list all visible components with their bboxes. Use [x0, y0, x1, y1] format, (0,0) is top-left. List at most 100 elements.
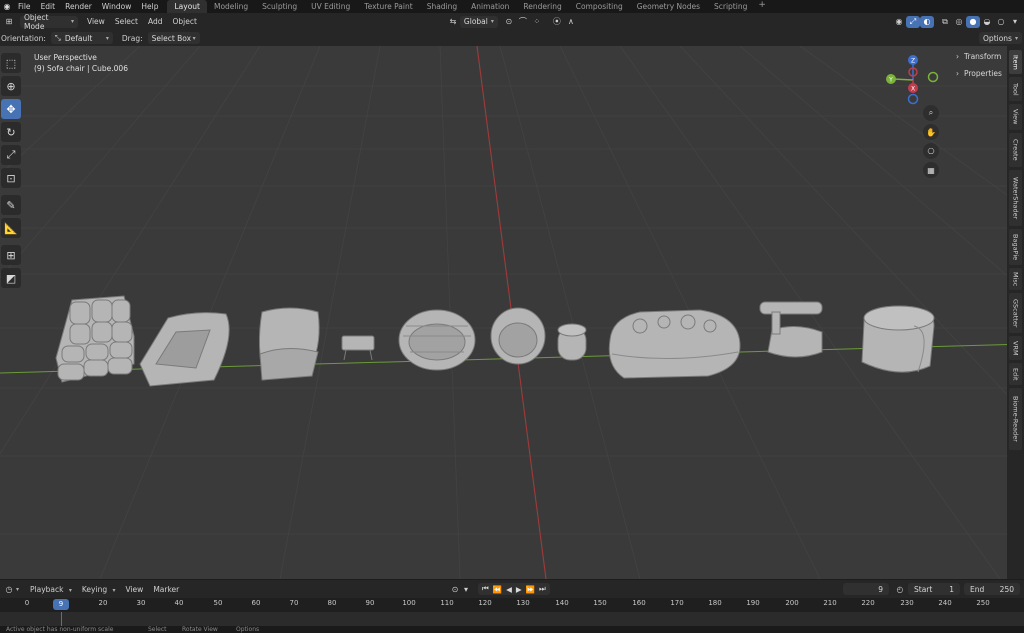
rendered-shading-icon[interactable]: ○: [994, 16, 1008, 28]
menu-timeline-view[interactable]: View: [121, 585, 149, 594]
panel-transform[interactable]: › Transform: [950, 48, 1006, 65]
jump-start-icon[interactable]: ⏮: [480, 584, 491, 594]
add-primitive-tool-icon[interactable]: ◩: [1, 268, 21, 288]
snap-icon[interactable]: ⌒: [516, 16, 530, 28]
orientation-dropdown[interactable]: ⤡ Default ▾: [50, 32, 113, 44]
menu-keying[interactable]: Keying ▾: [77, 585, 121, 594]
menu-playback[interactable]: Playback ▾: [25, 585, 77, 594]
tab-rendering[interactable]: Rendering: [516, 0, 568, 13]
xray-icon[interactable]: ⧉: [938, 16, 952, 28]
snap-target-icon[interactable]: ⁘: [530, 16, 544, 28]
next-keyframe-icon[interactable]: ⏩: [524, 585, 537, 594]
gizmo-toggle-icon[interactable]: ⤢: [906, 15, 920, 28]
tab-misc[interactable]: Misc: [1009, 268, 1022, 290]
tab-animation[interactable]: Animation: [464, 0, 516, 13]
tab-scripting[interactable]: Scripting: [707, 0, 754, 13]
tab-geometry-nodes[interactable]: Geometry Nodes: [630, 0, 707, 13]
3d-viewport[interactable]: [0, 46, 1024, 579]
options-dropdown[interactable]: Options ▾: [979, 32, 1022, 44]
round-channel-chair[interactable]: [398, 309, 476, 371]
jump-end-icon[interactable]: ⏭: [537, 584, 548, 594]
solid-shading-icon[interactable]: ●: [966, 15, 980, 28]
timeline-ruler[interactable]: 0 9 20 30 40 50 60 70 80 90 100 110 120 …: [0, 598, 1024, 612]
tab-layout[interactable]: Layout: [167, 0, 207, 13]
tab-biome-reader[interactable]: Biome-Reader: [1009, 388, 1022, 450]
menu-object[interactable]: Object: [167, 17, 201, 26]
cushion-lounge-chair[interactable]: [759, 301, 823, 358]
tab-shading[interactable]: Shading: [420, 0, 464, 13]
tab-gscatter[interactable]: GScatter: [1009, 293, 1022, 333]
shell-chair[interactable]: [258, 307, 320, 381]
proportional-edit-icon[interactable]: ⦿: [550, 16, 564, 28]
tab-compositing[interactable]: Compositing: [569, 0, 630, 13]
menu-marker[interactable]: Marker: [148, 585, 184, 594]
pan-hand-icon[interactable]: ✋: [923, 124, 939, 140]
camera-view-icon[interactable]: ⎔: [923, 143, 939, 159]
clock-icon[interactable]: ◴: [893, 583, 907, 595]
tufted-lounge-chair[interactable]: [55, 295, 135, 383]
chevron-down-icon[interactable]: ▾: [16, 586, 19, 593]
material-shading-icon[interactable]: ◒: [980, 16, 994, 28]
tab-sculpting[interactable]: Sculpting: [255, 0, 304, 13]
timeline-editor-icon[interactable]: ◷: [2, 583, 16, 595]
start-frame-field[interactable]: Start 1: [908, 583, 960, 595]
panel-properties[interactable]: › Properties: [950, 65, 1006, 82]
play-reverse-icon[interactable]: ◀: [504, 585, 514, 594]
tab-view[interactable]: View: [1009, 104, 1022, 130]
cylinder-armchair[interactable]: [861, 305, 935, 373]
menu-help[interactable]: Help: [136, 0, 163, 13]
shading-options-icon[interactable]: ▾: [1008, 16, 1022, 28]
mode-dropdown[interactable]: Object Mode ▾: [20, 13, 78, 31]
menu-window[interactable]: Window: [97, 0, 137, 13]
rotate-tool-icon[interactable]: ↻: [1, 122, 21, 142]
small-side-table[interactable]: [341, 335, 375, 361]
tab-vrm[interactable]: VRM: [1009, 336, 1022, 360]
annotate-tool-icon[interactable]: ✎: [1, 195, 21, 215]
end-frame-field[interactable]: End 250: [964, 583, 1020, 595]
menu-render[interactable]: Render: [60, 0, 97, 13]
sculpted-armchair[interactable]: [139, 312, 230, 387]
pouf-ottoman[interactable]: [557, 323, 587, 361]
menu-edit[interactable]: Edit: [36, 0, 61, 13]
current-frame-field[interactable]: 9: [843, 583, 889, 595]
menu-view[interactable]: View: [82, 17, 110, 26]
playhead-frame[interactable]: 9: [53, 599, 69, 610]
falloff-icon[interactable]: ∧: [564, 16, 578, 28]
play-icon[interactable]: ▶: [514, 585, 524, 594]
overlay-toggle-icon[interactable]: ◐: [920, 15, 934, 28]
tab-texture-paint[interactable]: Texture Paint: [357, 0, 419, 13]
navigation-gizmo[interactable]: Z Y X: [883, 52, 943, 107]
cursor-tool-icon[interactable]: ⊕: [1, 76, 21, 96]
move-tool-icon[interactable]: ✥: [1, 99, 21, 119]
blender-logo-icon[interactable]: ◉: [1, 0, 13, 13]
drag-dropdown[interactable]: Select Box ▾: [147, 32, 200, 44]
menu-file[interactable]: File: [13, 0, 36, 13]
tab-bagapie[interactable]: BagaPie: [1009, 229, 1022, 265]
timeline-track-area[interactable]: [0, 612, 1024, 626]
tab-uv-editing[interactable]: UV Editing: [304, 0, 357, 13]
visibility-icon[interactable]: ◉: [892, 16, 906, 28]
tab-item[interactable]: Item: [1009, 50, 1022, 74]
tab-watershader[interactable]: WaterShader: [1009, 170, 1022, 226]
tab-modeling[interactable]: Modeling: [207, 0, 255, 13]
tab-edit[interactable]: Edit: [1009, 363, 1022, 385]
tab-tool[interactable]: Tool: [1009, 77, 1022, 101]
curved-sofa[interactable]: [608, 309, 741, 379]
zoom-icon[interactable]: ⌕: [923, 105, 939, 121]
scale-tool-icon[interactable]: ⤢: [1, 145, 21, 165]
menu-add[interactable]: Add: [143, 17, 168, 26]
select-box-tool-icon[interactable]: ⬚: [1, 53, 21, 73]
round-bowl-chair[interactable]: [490, 307, 546, 365]
pivot-icon[interactable]: ⊙: [502, 16, 516, 28]
wireframe-shading-icon[interactable]: ◎: [952, 16, 966, 28]
tab-create[interactable]: Create: [1009, 133, 1022, 167]
transform-tool-icon[interactable]: ⊡: [1, 168, 21, 188]
record-icon[interactable]: ⊙: [448, 583, 462, 595]
prev-keyframe-icon[interactable]: ⏪: [491, 585, 504, 594]
axis-gizmo-icon[interactable]: Z Y X: [883, 52, 943, 107]
add-cube-tool-icon[interactable]: ⊞: [1, 245, 21, 265]
menu-select[interactable]: Select: [110, 17, 143, 26]
perspective-toggle-icon[interactable]: ▦: [923, 162, 939, 178]
chevron-down-icon[interactable]: ▾: [462, 583, 470, 595]
editor-type-icon[interactable]: ⊞: [2, 16, 16, 28]
